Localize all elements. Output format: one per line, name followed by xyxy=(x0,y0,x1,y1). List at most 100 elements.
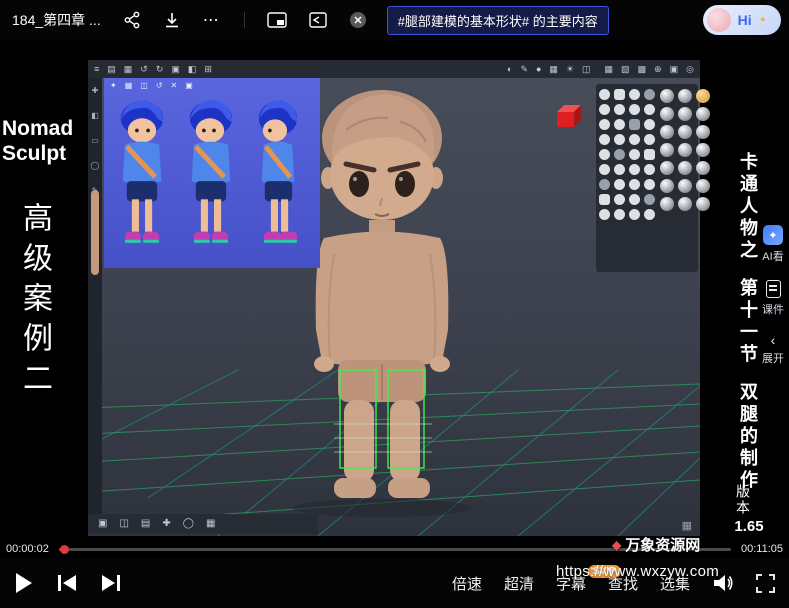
ref-tool-icon[interactable]: ▣ xyxy=(185,80,193,90)
brush-button[interactable] xyxy=(644,119,655,130)
sculpt-character-3d-model[interactable] xyxy=(314,90,450,498)
matcap-sphere[interactable] xyxy=(660,89,674,103)
matcap-sphere[interactable] xyxy=(660,179,674,193)
progress-handle[interactable] xyxy=(60,545,69,554)
brush-button[interactable] xyxy=(599,134,610,145)
brush-button[interactable] xyxy=(614,209,625,220)
play-button[interactable] xyxy=(14,572,33,594)
mini-player-icon[interactable] xyxy=(309,12,327,28)
brush-button[interactable] xyxy=(614,119,625,130)
transform-tool-icon[interactable]: ✚ xyxy=(162,515,170,533)
ref-tool-icon[interactable]: ✕ xyxy=(171,80,178,90)
more-options-icon[interactable]: ⋯ xyxy=(203,10,220,30)
tool-icon[interactable]: ⊞ xyxy=(204,60,212,78)
brush-button[interactable] xyxy=(599,89,610,100)
download-icon[interactable] xyxy=(163,11,181,29)
tool-icon[interactable]: ▣ xyxy=(171,60,180,78)
matcap-sphere[interactable] xyxy=(678,89,692,103)
tool-icon[interactable]: ▤ xyxy=(107,60,116,78)
rail-tool-icon[interactable]: ▭ xyxy=(91,136,99,145)
courseware-button[interactable]: 课件 xyxy=(759,280,787,317)
ai-watch-button[interactable]: ✦ AI看 xyxy=(759,225,787,264)
panel-icon[interactable]: ▣ xyxy=(670,60,679,78)
matcap-sphere[interactable] xyxy=(696,161,710,175)
tool-icon[interactable]: ◧ xyxy=(188,60,197,78)
transform-tool-icon[interactable]: ▣ xyxy=(98,515,107,533)
fullscreen-icon[interactable] xyxy=(756,574,775,593)
brush-button[interactable] xyxy=(644,104,655,115)
brush-button[interactable] xyxy=(644,209,655,220)
matcap-sphere[interactable] xyxy=(696,197,710,211)
matcap-sphere[interactable] xyxy=(660,143,674,157)
tool-icon[interactable]: ◐ xyxy=(507,60,512,78)
brush-button[interactable] xyxy=(629,134,640,145)
share-icon[interactable] xyxy=(123,11,141,29)
red-cube-gizmo[interactable] xyxy=(557,105,581,127)
ref-tool-icon[interactable]: ✦ xyxy=(110,80,117,90)
matcap-sphere[interactable] xyxy=(696,125,710,139)
assistant-avatar[interactable]: Hi ✦ xyxy=(703,5,781,35)
tool-icon[interactable]: ↻ xyxy=(156,60,164,78)
next-episode-button[interactable] xyxy=(101,574,121,592)
brush-button[interactable] xyxy=(614,194,625,205)
transform-tool-icon[interactable]: ▤ xyxy=(141,515,150,533)
brush-button[interactable] xyxy=(599,194,610,205)
brush-button[interactable] xyxy=(629,119,640,130)
tool-icon[interactable]: ▦ xyxy=(549,60,558,78)
panel-icon[interactable]: ◎ xyxy=(686,60,694,78)
brush-button[interactable] xyxy=(644,149,655,160)
transform-tool-icon[interactable]: ◫ xyxy=(119,515,128,533)
matcap-sphere[interactable] xyxy=(678,143,692,157)
brush-button[interactable] xyxy=(629,164,640,175)
brush-button[interactable] xyxy=(599,164,610,175)
brush-button[interactable] xyxy=(614,134,625,145)
brush-button[interactable] xyxy=(644,194,655,205)
brush-button[interactable] xyxy=(629,194,640,205)
expand-panel-button[interactable]: ‹ 展开 xyxy=(759,333,787,366)
panel-icon[interactable]: ⊕ xyxy=(654,60,662,78)
matcap-sphere[interactable] xyxy=(696,107,710,121)
tool-icon[interactable]: ≡ xyxy=(94,60,99,78)
brush-button[interactable] xyxy=(629,209,640,220)
brush-button[interactable] xyxy=(614,179,625,190)
matcap-sphere[interactable] xyxy=(660,161,674,175)
panel-icon[interactable]: ▩ xyxy=(638,60,647,78)
color-swatch-slider[interactable] xyxy=(91,190,99,275)
topic-hashtag[interactable]: #腿部建模的基本形状# 的主要内容 xyxy=(387,6,609,35)
picture-in-picture-icon[interactable] xyxy=(267,12,287,28)
matcap-sphere[interactable] xyxy=(678,107,692,121)
tool-icon[interactable]: ↺ xyxy=(140,60,148,78)
transform-tool-icon[interactable]: ◯ xyxy=(183,515,194,533)
tool-icon[interactable]: ✎ xyxy=(520,60,528,78)
brush-button[interactable] xyxy=(629,149,640,160)
transform-tool-icon[interactable]: ▦ xyxy=(206,515,215,533)
matcap-sphere[interactable] xyxy=(678,161,692,175)
matcap-sphere[interactable] xyxy=(678,125,692,139)
brush-button[interactable] xyxy=(614,149,625,160)
brush-button[interactable] xyxy=(629,179,640,190)
matcap-sphere[interactable] xyxy=(660,197,674,211)
brush-button[interactable] xyxy=(644,134,655,145)
brush-button[interactable] xyxy=(644,164,655,175)
brush-button[interactable] xyxy=(599,179,610,190)
brush-button[interactable] xyxy=(599,119,610,130)
ref-tool-icon[interactable]: ▦ xyxy=(125,80,133,90)
matcap-sphere[interactable] xyxy=(696,89,710,103)
close-icon[interactable] xyxy=(349,11,367,29)
brush-button[interactable] xyxy=(644,179,655,190)
matcap-sphere[interactable] xyxy=(678,197,692,211)
brush-button[interactable] xyxy=(599,149,610,160)
matcap-sphere[interactable] xyxy=(660,125,674,139)
panel-icon[interactable]: ▦ xyxy=(605,60,614,78)
previous-episode-button[interactable] xyxy=(57,574,77,592)
brush-button[interactable] xyxy=(614,164,625,175)
matcap-sphere[interactable] xyxy=(696,143,710,157)
matcap-sphere[interactable] xyxy=(678,179,692,193)
tool-icon[interactable]: ☀ xyxy=(566,60,574,78)
quality-button[interactable]: 超清 xyxy=(504,573,534,594)
ref-tool-icon[interactable]: ↺ xyxy=(156,80,163,90)
rail-tool-icon[interactable]: ✚ xyxy=(92,86,99,95)
tool-icon[interactable]: ● xyxy=(536,60,541,78)
brush-button[interactable] xyxy=(599,104,610,115)
ref-tool-icon[interactable]: ◫ xyxy=(140,80,148,90)
